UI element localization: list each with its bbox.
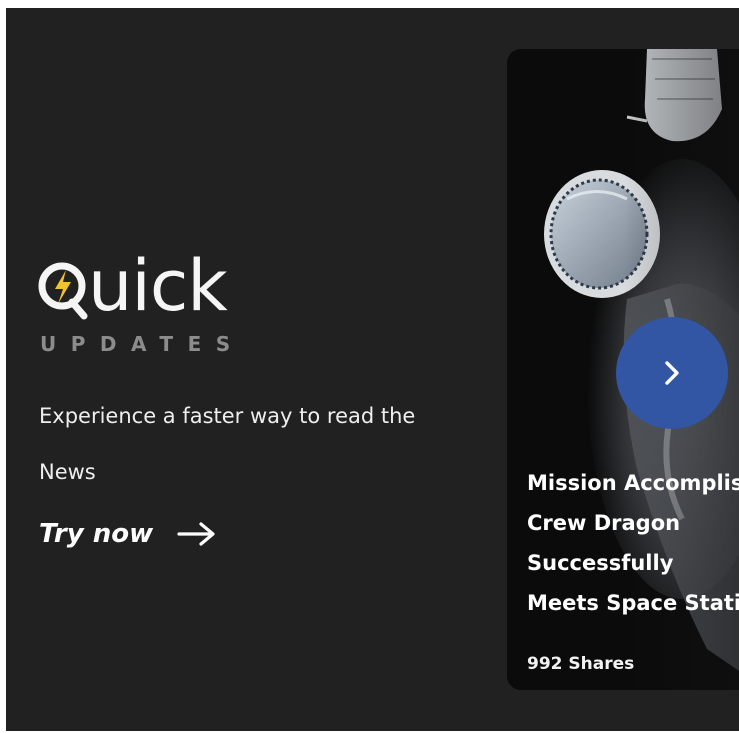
try-now-link[interactable]: Try now bbox=[39, 514, 217, 554]
quick-updates-logo: uick UPDATES bbox=[38, 248, 278, 358]
lightning-bolt-icon bbox=[38, 262, 88, 320]
card-headline: Mission Accomplished: Crew Dragon Succes… bbox=[527, 471, 739, 615]
tagline: Experience a faster way to read the News bbox=[39, 388, 479, 500]
share-count: 992 Shares bbox=[527, 654, 635, 674]
chevron-right-icon bbox=[665, 361, 679, 385]
logo-q-letter bbox=[38, 258, 90, 320]
logo-subtitle: UPDATES bbox=[40, 332, 245, 356]
tagline-text: Experience a faster way to read the News bbox=[39, 404, 416, 484]
logo-word-text: uick bbox=[88, 245, 228, 327]
try-now-label: Try now bbox=[39, 519, 154, 549]
hero-panel: uick UPDATES Experience a faster way to … bbox=[6, 8, 739, 731]
arrow-right-icon bbox=[177, 522, 215, 546]
next-card-button[interactable] bbox=[616, 317, 728, 429]
